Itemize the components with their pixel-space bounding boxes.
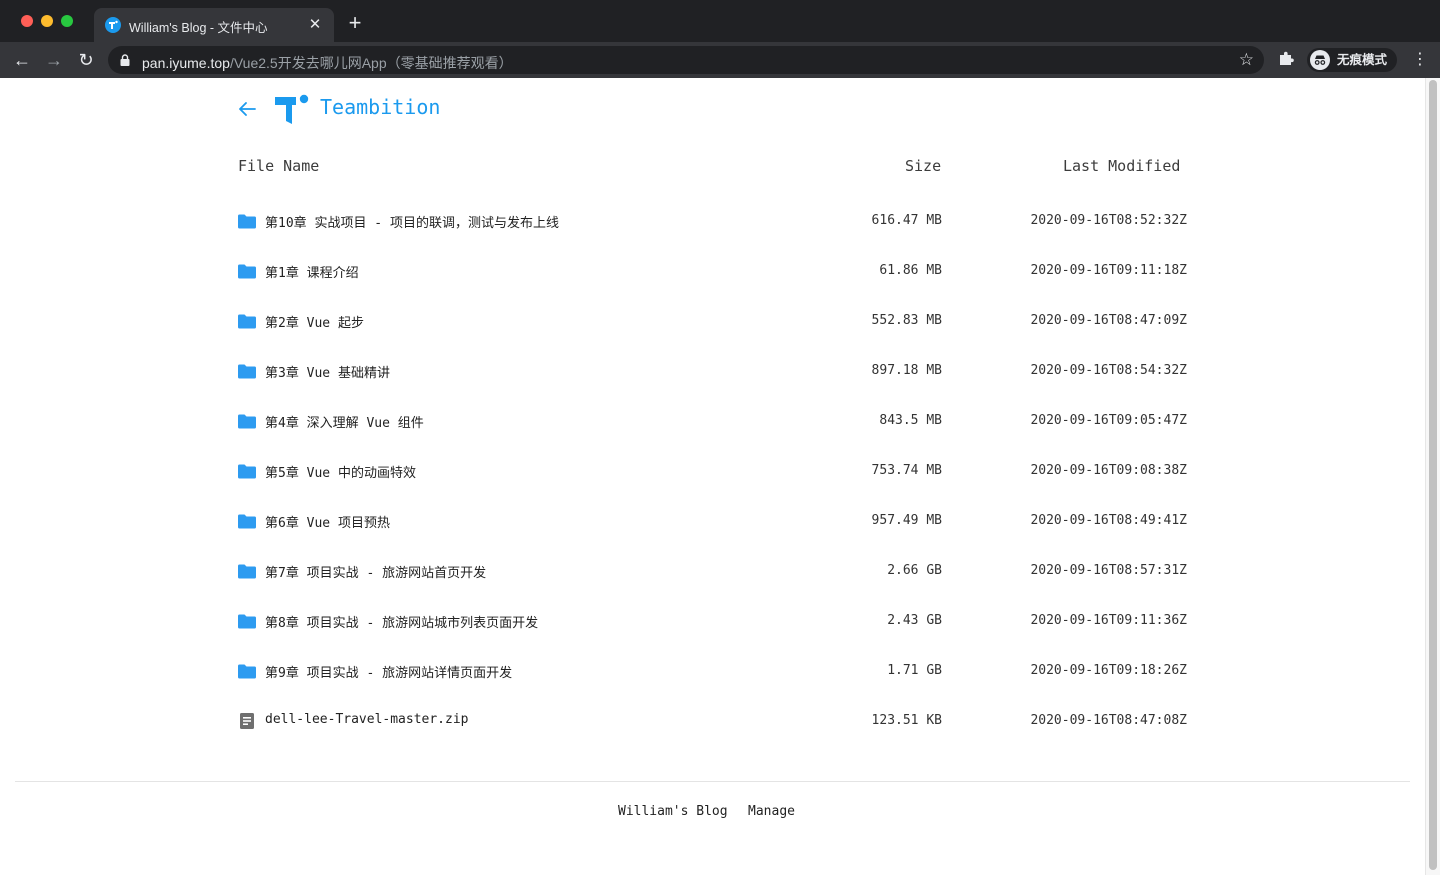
file-row[interactable]: 第5章 Vue 中的动画特效 753.74 MB 2020-09-16T09:08:…: [236, 452, 1190, 492]
file-row[interactable]: dell-lee-Travel-master.zip 123.51 KB 2020-…: [236, 702, 1190, 742]
tab-close-icon[interactable]: ✕: [306, 16, 324, 34]
file-name[interactable]: dell-lee-Travel-master.zip: [265, 712, 469, 727]
file-size: 2.66 GB: [887, 563, 942, 578]
folder-icon: [238, 263, 256, 279]
browser-toolbar: ← → ↻ pan.iyume.top/Vue2.5开发去哪儿网App（零基础推…: [0, 42, 1440, 78]
url-text: pan.iyume.top/Vue2.5开发去哪儿网App（零基础推荐观看）: [142, 55, 513, 71]
file-size: 61.86 MB: [879, 263, 942, 278]
file-row[interactable]: 第1章 课程介绍 61.86 MB 2020-09-16T09:11:18Z: [236, 252, 1190, 292]
window-minimize-button[interactable]: [41, 15, 53, 27]
file-size: 957.49 MB: [871, 513, 942, 528]
file-name[interactable]: 第7章 项目实战 - 旅游网站首页开发: [265, 562, 486, 581]
incognito-label: 无痕模式: [1337, 53, 1388, 67]
teambition-favicon-icon: [105, 17, 121, 33]
column-header-modified: Last Modified: [1063, 157, 1181, 175]
folder-icon: [238, 563, 256, 579]
file-modified: 2020-09-16T09:11:18Z: [1030, 263, 1187, 278]
file-row[interactable]: 第3章 Vue 基础精讲 897.18 MB 2020-09-16T08:54:32…: [236, 352, 1190, 392]
file-modified: 2020-09-16T09:08:38Z: [1030, 463, 1187, 478]
file-name[interactable]: 第3章 Vue 基础精讲: [265, 362, 390, 381]
file-row[interactable]: 第8章 项目实战 - 旅游网站城市列表页面开发 2.43 GB 2020-09-16…: [236, 602, 1190, 642]
folder-icon: [238, 363, 256, 379]
file-size: 2.43 GB: [887, 613, 942, 628]
folder-icon: [238, 613, 256, 629]
file-name[interactable]: 第8章 项目实战 - 旅游网站城市列表页面开发: [265, 612, 538, 631]
folder-icon: [238, 513, 256, 529]
footer-divider: [15, 781, 1410, 782]
file-name[interactable]: 第2章 Vue 起步: [265, 312, 364, 331]
extensions-puzzle-icon[interactable]: [1277, 50, 1295, 68]
incognito-badge[interactable]: 无痕模式: [1307, 48, 1398, 72]
folder-icon: [238, 413, 256, 429]
file-name[interactable]: 第6章 Vue 项目预热: [265, 512, 390, 531]
file-name[interactable]: 第9章 项目实战 - 旅游网站详情页面开发: [265, 662, 512, 681]
browser-menu-icon[interactable]: ⋮: [1412, 50, 1428, 70]
page-header: Teambition: [236, 92, 736, 128]
file-row[interactable]: 第4章 深入理解 Vue 组件 843.5 MB 2020-09-16T09:05:…: [236, 402, 1190, 442]
folder-icon: [238, 663, 256, 679]
page-content: Teambition File Name Size Last Modified …: [0, 78, 1440, 875]
back-arrow-icon[interactable]: [236, 98, 258, 120]
file-row[interactable]: 第9章 项目实战 - 旅游网站详情页面开发 1.71 GB 2020-09-16T0…: [236, 652, 1190, 692]
new-tab-button[interactable]: +: [344, 12, 366, 34]
incognito-icon: [1310, 50, 1330, 70]
file-size: 843.5 MB: [879, 413, 942, 428]
file-modified: 2020-09-16T08:49:41Z: [1030, 513, 1187, 528]
folder-icon: [238, 213, 256, 229]
file-modified: 2020-09-16T09:18:26Z: [1030, 663, 1187, 678]
file-size: 123.51 KB: [871, 713, 942, 728]
file-modified: 2020-09-16T08:52:32Z: [1030, 213, 1187, 228]
file-name[interactable]: 第1章 课程介绍: [265, 262, 359, 281]
file-name[interactable]: 第4章 深入理解 Vue 组件: [265, 412, 424, 431]
column-header-name: File Name: [238, 157, 320, 175]
footer: William's Blog Manage: [0, 802, 1425, 820]
file-modified: 2020-09-16T09:11:36Z: [1030, 613, 1187, 628]
browser-tab[interactable]: William's Blog - 文件中心 ✕: [94, 8, 334, 42]
footer-manage-link[interactable]: Manage: [748, 804, 795, 819]
file-modified: 2020-09-16T08:47:09Z: [1030, 313, 1187, 328]
forward-button[interactable]: →: [42, 48, 66, 72]
file-size: 616.47 MB: [871, 213, 942, 228]
folder-icon: [238, 313, 256, 329]
footer-blog-link[interactable]: William's Blog: [618, 804, 728, 819]
file-row[interactable]: 第7章 项目实战 - 旅游网站首页开发 2.66 GB 2020-09-16T08:…: [236, 552, 1190, 592]
column-header-size: Size: [905, 157, 942, 175]
file-modified: 2020-09-16T09:05:47Z: [1030, 413, 1187, 428]
teambition-logo-icon: [275, 94, 309, 124]
window-close-button[interactable]: [21, 15, 33, 27]
file-row[interactable]: 第6章 Vue 项目预热 957.49 MB 2020-09-16T08:49:41…: [236, 502, 1190, 542]
file-size: 897.18 MB: [871, 363, 942, 378]
back-button[interactable]: ←: [10, 48, 34, 72]
page-scrollbar[interactable]: [1425, 78, 1440, 875]
reload-button[interactable]: ↻: [74, 48, 98, 72]
file-size: 753.74 MB: [871, 463, 942, 478]
lock-icon: [120, 54, 130, 66]
browser-tabstrip: William's Blog - 文件中心 ✕ +: [0, 0, 1440, 42]
address-bar[interactable]: pan.iyume.top/Vue2.5开发去哪儿网App（零基础推荐观看） ☆: [108, 46, 1264, 74]
file-name[interactable]: 第5章 Vue 中的动画特效: [265, 462, 416, 481]
file-name[interactable]: 第10章 实战项目 - 项目的联调，测试与发布上线: [265, 212, 559, 231]
folder-icon: [238, 463, 256, 479]
file-modified: 2020-09-16T08:47:08Z: [1030, 713, 1187, 728]
file-row[interactable]: 第2章 Vue 起步 552.83 MB 2020-09-16T08:47:09Z: [236, 302, 1190, 342]
file-size: 1.71 GB: [887, 663, 942, 678]
file-size: 552.83 MB: [871, 313, 942, 328]
brand-name[interactable]: Teambition: [320, 95, 440, 119]
file-icon: [238, 713, 256, 729]
file-row[interactable]: 第10章 实战项目 - 项目的联调，测试与发布上线 616.47 MB 2020-0…: [236, 202, 1190, 242]
bookmark-star-icon[interactable]: ☆: [1239, 50, 1254, 70]
file-modified: 2020-09-16T08:57:31Z: [1030, 563, 1187, 578]
file-modified: 2020-09-16T08:54:32Z: [1030, 363, 1187, 378]
window-zoom-button[interactable]: [61, 15, 73, 27]
tab-title: William's Blog - 文件中心: [129, 21, 268, 35]
scrollbar-thumb[interactable]: [1429, 80, 1437, 870]
